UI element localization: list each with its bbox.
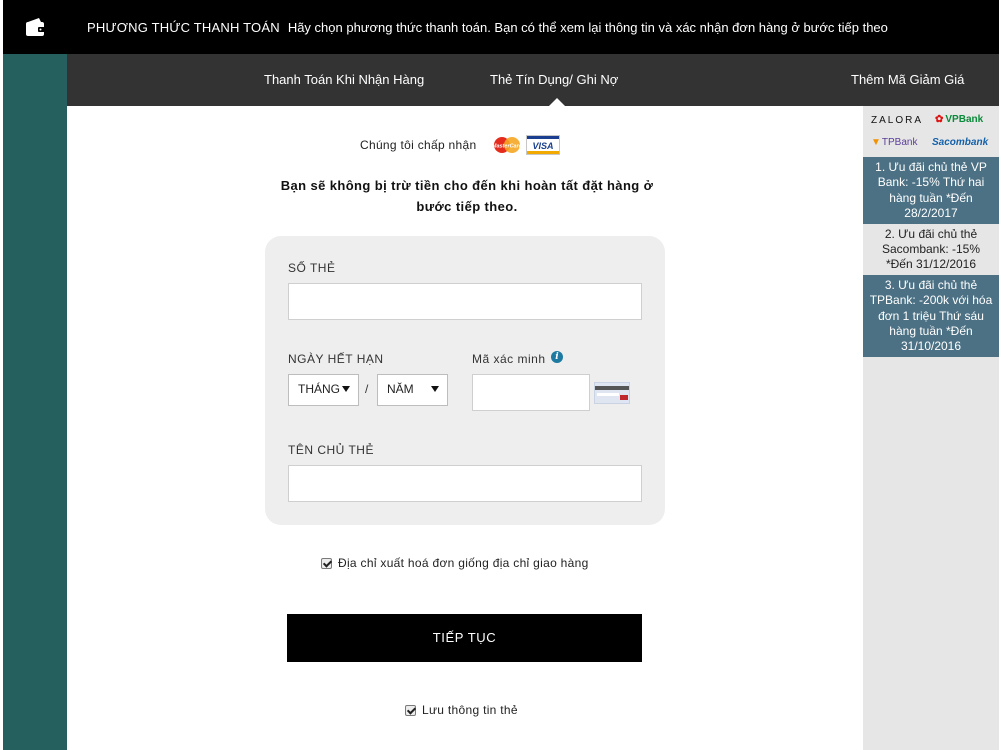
save-card-checkbox[interactable] <box>405 704 416 716</box>
card-number-input[interactable] <box>288 283 642 320</box>
charge-notice: Bạn sẽ không bị trừ tiền cho đến khi hoà… <box>280 178 654 214</box>
promo-vpbank: 1. Ưu đãi chủ thẻ VP Bank: -15% Thứ hai … <box>863 157 999 224</box>
cvv-label: Mã xác minh <box>472 352 546 366</box>
checkout-header: PHƯƠNG THỨC THANH TOÁN Hãy chọn phương t… <box>3 0 999 54</box>
sacombank-logo: Sacombank <box>932 137 989 148</box>
cvv-input[interactable] <box>472 374 590 411</box>
card-back-cvv-icon <box>594 382 630 404</box>
expiry-date-label: NGÀY HẾT HẠN <box>288 352 384 366</box>
left-panel <box>3 54 67 750</box>
zalora-logo: ZALORA <box>871 115 924 126</box>
date-separator: / <box>365 382 369 396</box>
billing-same-label: Địa chỉ xuất hoá đơn giống địa chỉ giao … <box>338 556 589 570</box>
expiry-month-select[interactable]: THÁNG <box>288 374 359 406</box>
card-number-label: SỐ THẺ <box>288 261 336 275</box>
partner-logos: ZALORA ✿ VPBank ▼TPBank Sacombank <box>863 106 999 157</box>
info-icon[interactable]: i <box>551 351 563 363</box>
wallet-icon <box>25 17 47 37</box>
visa-icon: VISA <box>526 135 561 155</box>
chevron-down-icon <box>431 386 439 392</box>
save-card-info[interactable]: Lưu thông tin thẻ <box>405 703 518 717</box>
tpbank-logo: ▼TPBank <box>871 137 918 148</box>
expiry-year-select[interactable]: NĂM <box>377 374 448 406</box>
svg-text:MasterCard: MasterCard <box>492 144 523 150</box>
accepted-cards-label: Chúng tôi chấp nhận <box>360 138 477 152</box>
tab-add-coupon[interactable]: Thêm Mã Giảm Giá <box>851 54 964 106</box>
cardholder-name-input[interactable] <box>288 465 642 502</box>
billing-same-checkbox[interactable] <box>321 557 332 569</box>
promo-sacombank: 2. Ưu đãi chủ thẻ Sacombank: -15% *Đến 3… <box>863 223 999 275</box>
bank-promotions-sidebar: ZALORA ✿ VPBank ▼TPBank Sacombank 1. Ưu đ… <box>863 106 999 750</box>
cardholder-name-label: TÊN CHỦ THẺ <box>288 443 374 457</box>
continue-button[interactable]: TIẾP TỤC <box>287 614 642 662</box>
vpbank-logo: ✿ VPBank <box>935 114 984 125</box>
payment-tabs: Thanh Toán Khi Nhận Hàng Thẻ Tín Dụng/ G… <box>67 54 999 106</box>
step-description: Hãy chọn phương thức thanh toán. Bạn có … <box>287 19 888 35</box>
billing-same-as-shipping[interactable]: Địa chỉ xuất hoá đơn giống địa chỉ giao … <box>321 556 589 570</box>
tab-cash-on-delivery[interactable]: Thanh Toán Khi Nhận Hàng <box>264 54 424 106</box>
mastercard-icon: MasterCard <box>490 135 525 155</box>
chevron-down-icon <box>342 386 350 392</box>
save-card-label: Lưu thông tin thẻ <box>422 703 518 717</box>
svg-text:VISA: VISA <box>533 141 554 151</box>
step-title: PHƯƠNG THỨC THANH TOÁN <box>87 19 280 35</box>
promo-tpbank: 3. Ưu đãi chủ thẻ TPBank: -200k với hóa … <box>863 274 999 357</box>
active-tab-indicator <box>549 98 565 106</box>
accepted-cards-row: Chúng tôi chấp nhận MasterCard VISA <box>360 135 561 155</box>
card-form: SỐ THẺ NGÀY HẾT HẠN THÁNG / NĂM Mã xác m… <box>265 236 665 525</box>
